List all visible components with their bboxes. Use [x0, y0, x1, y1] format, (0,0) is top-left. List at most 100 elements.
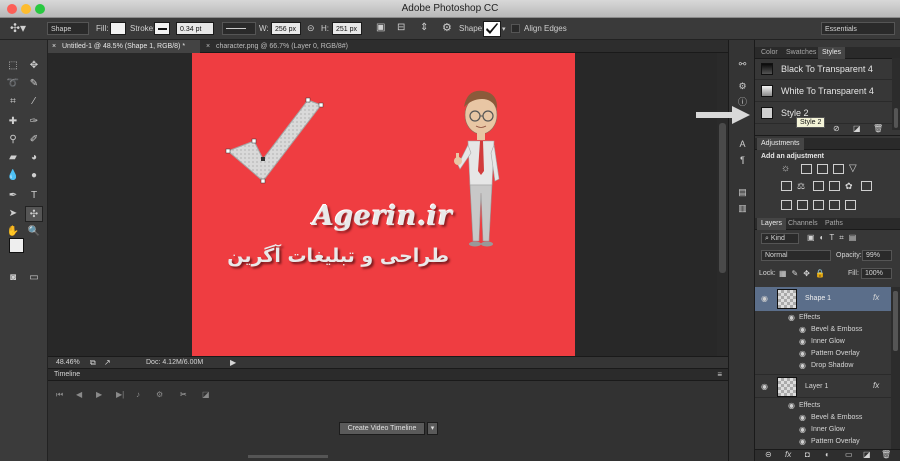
split-scissors-icon[interactable]: ✂: [180, 390, 187, 399]
transition-icon[interactable]: ◪: [202, 390, 210, 399]
styles-scrollbar[interactable]: [892, 58, 900, 130]
add-layer-style-icon[interactable]: fx: [785, 450, 791, 459]
layer-filter-kind[interactable]: ⌕ Kind: [761, 233, 799, 244]
path-alignment-icon[interactable]: ⊟: [397, 22, 405, 33]
close-tab-icon[interactable]: ×: [206, 40, 210, 53]
tab-untitled-1[interactable]: × Untitled-1 @ 48.5% (Shape 1, RGB/8) *: [48, 40, 200, 53]
status-menu-arrow[interactable]: ▶: [230, 358, 236, 367]
zoom-tool-icon[interactable]: 🔍: [25, 224, 43, 240]
opacity-input[interactable]: 99%: [862, 250, 892, 261]
document-canvas[interactable]: Agerin.ir طراحی و تبلیغات آگرین: [192, 53, 575, 356]
play-icon[interactable]: ▶: [96, 390, 102, 399]
gradient-map-icon[interactable]: [829, 200, 840, 210]
invert-icon[interactable]: [781, 200, 792, 210]
height-input[interactable]: 251 px: [332, 22, 362, 35]
align-edges-checkbox[interactable]: [511, 24, 520, 33]
share-icon[interactable]: ⧉: [90, 358, 96, 368]
visibility-eye-icon[interactable]: ◉: [788, 400, 795, 412]
foreground-color-swatch[interactable]: [9, 238, 24, 253]
panel-menu-icon[interactable]: ≡: [717, 370, 722, 379]
layers-scrollbar[interactable]: [891, 287, 900, 449]
add-mask-icon[interactable]: ◘: [805, 450, 810, 459]
clear-style-icon[interactable]: ⊘: [833, 124, 840, 133]
tab-paths[interactable]: Paths: [821, 218, 847, 230]
effect-row[interactable]: ◉ Inner Glow: [755, 424, 891, 436]
hue-saturation-icon[interactable]: [781, 181, 792, 191]
width-input[interactable]: 256 px: [271, 22, 301, 35]
dodge-tool-icon[interactable]: ●: [25, 168, 43, 184]
visibility-eye-icon[interactable]: ◉: [799, 348, 806, 360]
effect-row[interactable]: ◉ Pattern Overlay: [755, 348, 891, 360]
shape-dropdown-arrow[interactable]: ▾: [502, 25, 506, 33]
tab-layers[interactable]: Layers: [757, 218, 787, 230]
audio-icon[interactable]: ♪: [136, 390, 140, 399]
next-frame-icon[interactable]: ▶|: [116, 390, 124, 399]
tool-mode-select[interactable]: Shape: [47, 22, 89, 35]
brand-text[interactable]: Agerin.ir: [313, 201, 453, 232]
character-panel-icon[interactable]: A: [736, 138, 749, 150]
style-item[interactable]: White To Transparent 4: [755, 80, 892, 102]
layer-row-shape-1[interactable]: ◉ Shape 1 fx: [755, 287, 891, 311]
export-icon[interactable]: ↗: [104, 358, 111, 367]
paint-bucket-tool-icon[interactable]: ◕: [25, 150, 43, 166]
quick-selection-tool-icon[interactable]: ✎: [25, 76, 43, 92]
shape-picker[interactable]: [483, 21, 501, 37]
tab-channels[interactable]: Channels: [784, 218, 822, 230]
healing-brush-tool-icon[interactable]: ✚: [4, 114, 22, 130]
timeline-options-dropdown[interactable]: ▾: [427, 422, 438, 435]
new-style-icon[interactable]: ◪: [853, 124, 861, 133]
lock-icons[interactable]: ▦✎✥🔒: [779, 269, 830, 278]
visibility-eye-icon[interactable]: ◉: [788, 312, 795, 324]
effect-row[interactable]: ◉ Drop Shadow: [755, 360, 891, 372]
layer-name[interactable]: Layer 1: [805, 383, 828, 390]
fill-swatch[interactable]: [110, 22, 126, 35]
stroke-type-select[interactable]: [222, 22, 256, 35]
color-lookup-icon[interactable]: [861, 181, 872, 191]
tab-adjustments[interactable]: Adjustments: [757, 138, 804, 150]
effects-row[interactable]: ◉ Effects: [755, 312, 891, 324]
go-to-first-frame-icon[interactable]: ⏮: [56, 390, 63, 400]
new-group-icon[interactable]: ▭: [845, 450, 853, 459]
photo-filter-icon[interactable]: [829, 181, 840, 191]
layer-row-layer-1[interactable]: ◉ Layer 1 fx: [755, 374, 891, 398]
tab-character-png[interactable]: × character.png @ 66.7% (Layer 0, RGB/8#…: [202, 40, 372, 53]
link-layers-icon[interactable]: ⊝: [765, 450, 772, 459]
color-balance-icon[interactable]: ⚖: [797, 181, 808, 191]
visibility-eye-icon[interactable]: ◉: [799, 412, 806, 424]
vibrance-icon[interactable]: ▽: [849, 164, 860, 174]
style-item[interactable]: Black To Transparent 4: [755, 58, 892, 80]
eyedropper-tool-icon[interactable]: ⁄: [25, 94, 43, 110]
link-icon[interactable]: ⊝: [307, 23, 315, 34]
visibility-eye-icon[interactable]: ◉: [761, 294, 768, 303]
checkmark-shape[interactable]: [225, 97, 324, 184]
trash-icon[interactable]: 🗑: [881, 450, 891, 459]
threshold-icon[interactable]: [813, 200, 824, 210]
marquee-tool-icon[interactable]: ⬚: [4, 58, 22, 74]
custom-shape-tool-icon[interactable]: ✣▾: [10, 21, 26, 35]
stroke-width-input[interactable]: 0.34 pt: [176, 22, 214, 35]
layer-filter-icons[interactable]: ▣◐T⌗▤: [807, 233, 861, 243]
blur-tool-icon[interactable]: 💧: [4, 168, 22, 184]
effect-row[interactable]: ◉ Bevel & Emboss: [755, 412, 891, 424]
persian-slogan[interactable]: طراحی و تبلیغات آگرین: [219, 245, 449, 267]
move-tool-icon[interactable]: ✥: [25, 58, 43, 74]
levels-icon[interactable]: [801, 164, 812, 174]
canvas-scrollbar[interactable]: [717, 53, 728, 356]
visibility-eye-icon[interactable]: ◉: [799, 424, 806, 436]
clone-stamp-tool-icon[interactable]: ⚲: [4, 132, 22, 148]
layer-name[interactable]: Shape 1: [805, 295, 831, 302]
visibility-eye-icon[interactable]: ◉: [799, 336, 806, 348]
lasso-tool-icon[interactable]: ➰: [4, 76, 22, 92]
notes-icon[interactable]: ▥: [736, 202, 749, 214]
character-illustration[interactable]: [454, 90, 500, 247]
visibility-eye-icon[interactable]: ◉: [799, 436, 806, 448]
trash-icon[interactable]: 🗑: [873, 124, 883, 133]
settings-icon[interactable]: ⚙: [156, 390, 163, 399]
history-icon[interactable]: ⚯: [736, 58, 749, 70]
properties-icon[interactable]: ⚙: [736, 80, 749, 92]
eraser-tool-icon[interactable]: ▰: [4, 150, 22, 166]
path-arrangement-icon[interactable]: ⇕: [420, 22, 428, 33]
custom-shape-tool-icon[interactable]: ✣: [25, 206, 43, 222]
zoom-level[interactable]: 48.46%: [56, 359, 80, 366]
new-adjustment-layer-icon[interactable]: ◐: [825, 450, 830, 459]
